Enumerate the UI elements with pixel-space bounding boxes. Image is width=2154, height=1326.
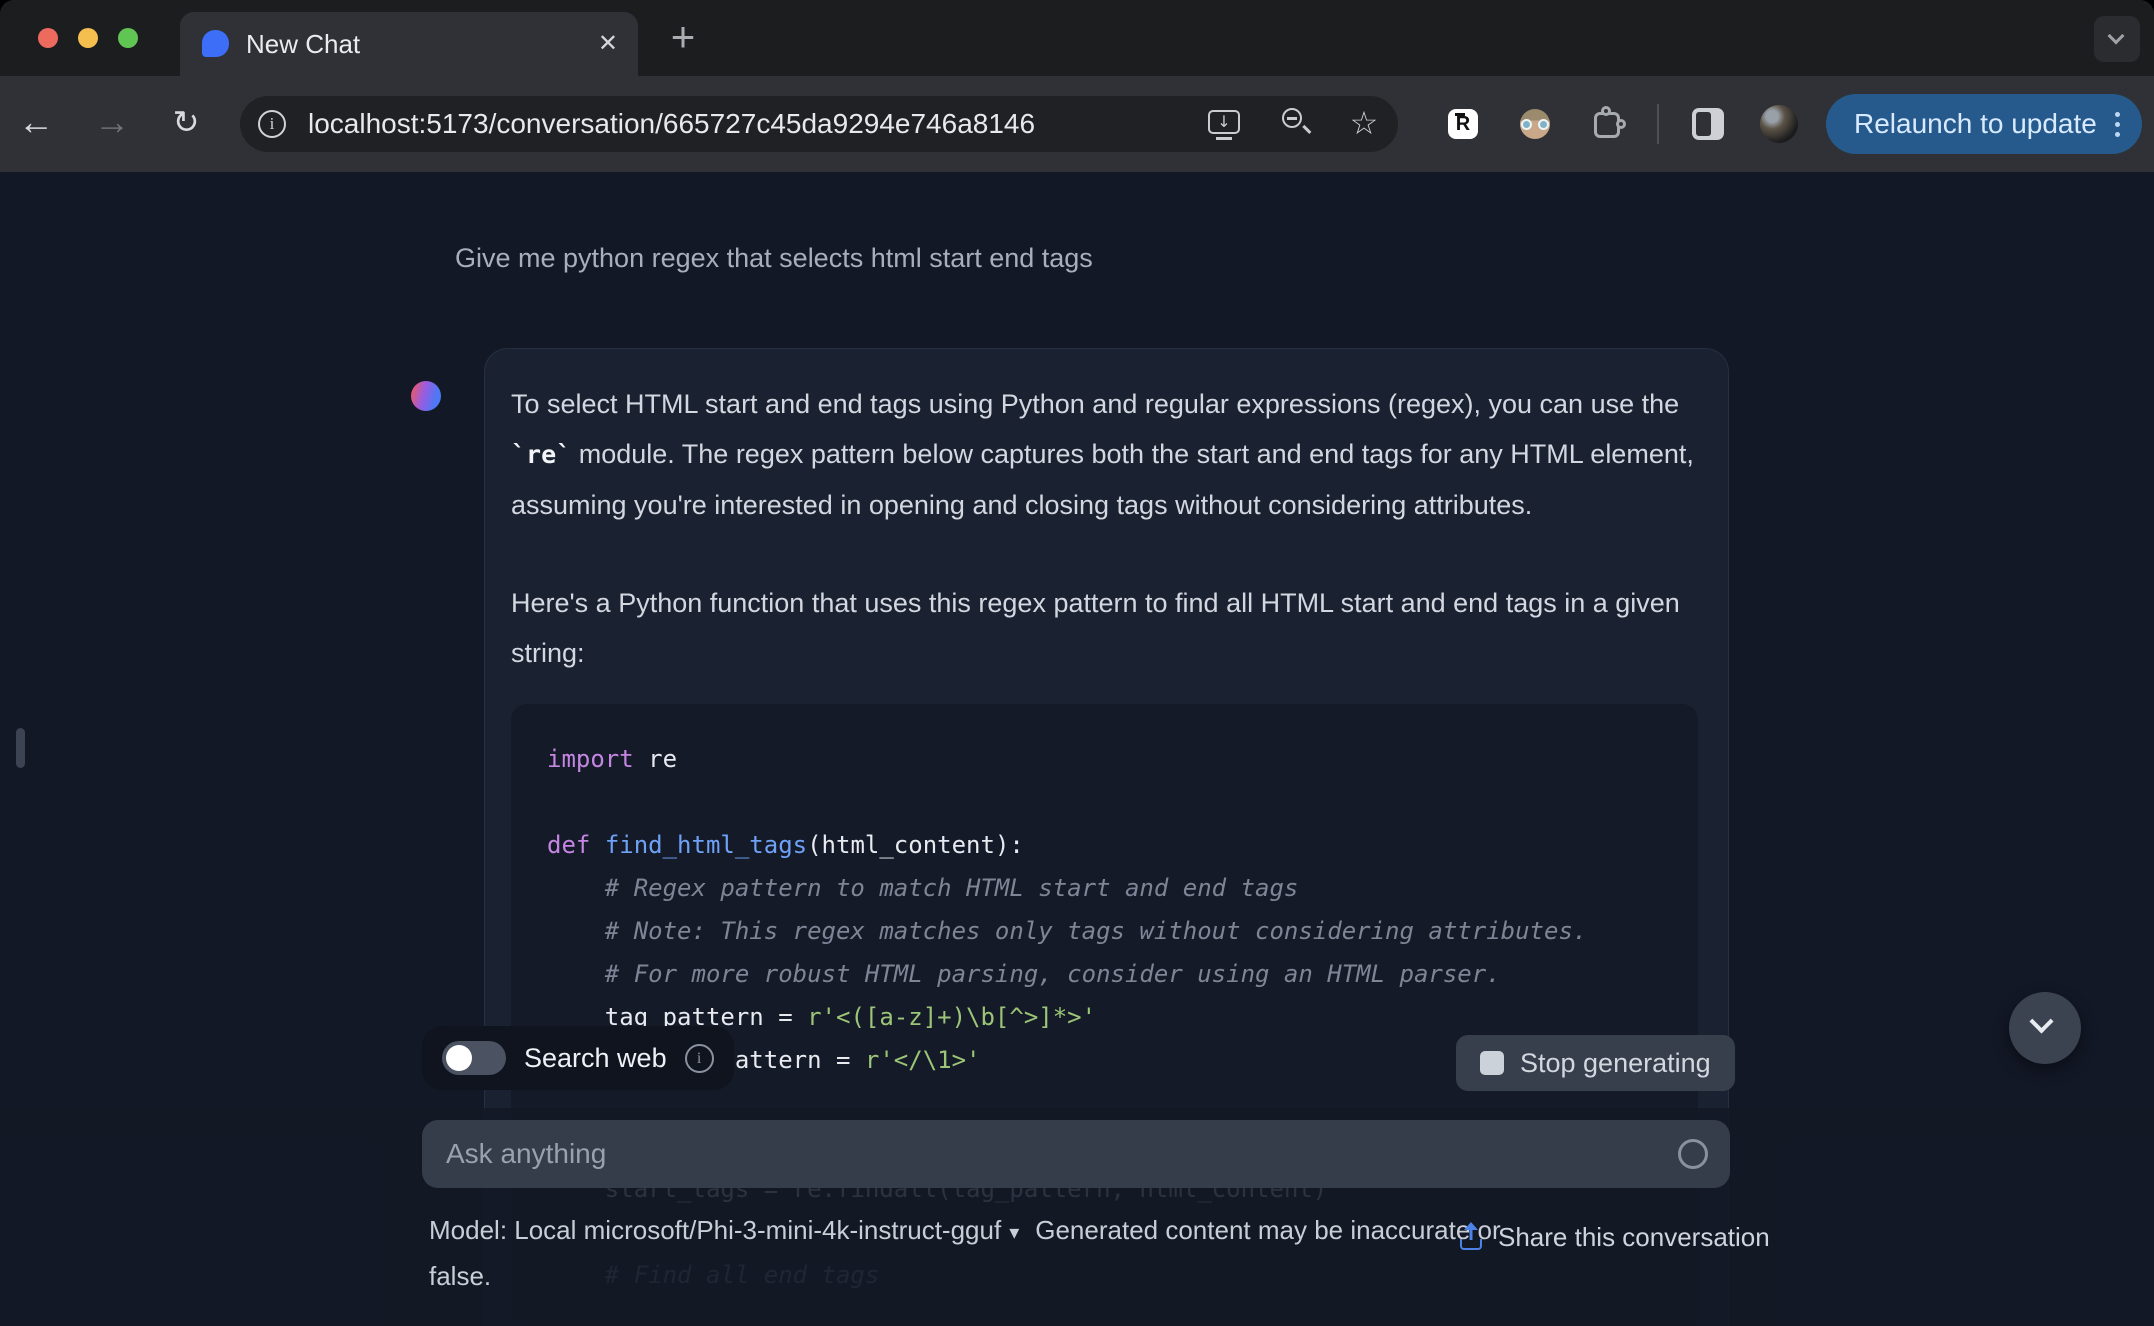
code-line: # For more robust HTML parsing, consider… <box>547 960 1501 988</box>
message-input[interactable] <box>422 1120 1730 1188</box>
chat-bubble-favicon-icon <box>202 30 229 57</box>
tab-search-chevron-button[interactable] <box>2094 16 2140 62</box>
profile-avatar[interactable] <box>1760 105 1798 143</box>
code-line: # Regex pattern to match HTML start and … <box>547 874 1299 902</box>
code-line: import re <box>547 745 678 773</box>
search-web-label: Search web <box>524 1042 667 1073</box>
toggle-knob <box>446 1045 472 1071</box>
bookmark-star-icon[interactable]: ☆ <box>1344 96 1384 152</box>
minimize-window-button[interactable] <box>78 28 98 48</box>
zoom-out-icon[interactable] <box>1280 96 1314 152</box>
inline-code-re: `re` <box>511 440 572 469</box>
relaunch-label: Relaunch to update <box>1854 108 2097 139</box>
search-web-info-icon[interactable]: i <box>684 1043 714 1073</box>
search-web-control: Search web i <box>422 1026 734 1090</box>
assistant-paragraph-1: To select HTML start and end tags using … <box>511 389 1694 520</box>
side-panel-icon[interactable] <box>1692 108 1724 140</box>
scroll-to-bottom-button[interactable] <box>2009 992 2081 1064</box>
tab-title: New Chat <box>246 29 361 59</box>
url-text[interactable]: localhost:5173/conversation/665727c45da9… <box>308 96 1035 152</box>
site-info-icon[interactable]: i <box>258 110 286 138</box>
assistant-paragraph-2: Here's a Python function that uses this … <box>511 588 1680 668</box>
stop-square-icon <box>1480 1051 1504 1075</box>
reload-button[interactable]: ↻ <box>162 76 210 172</box>
footer-info: Model: Local microsoft/Phi-3-mini-4k-ins… <box>429 1208 1609 1298</box>
disclaimer-text-line1: Generated content may be inaccurate or <box>1035 1215 1501 1245</box>
address-bar[interactable]: i localhost:5173/conversation/665727c45d… <box>240 96 1398 152</box>
relaunch-to-update-button[interactable]: Relaunch to update <box>1826 94 2142 154</box>
chevron-down-icon <box>2107 27 2125 45</box>
search-web-toggle[interactable] <box>442 1041 506 1075</box>
persona-extension-icon[interactable] <box>1520 109 1550 139</box>
disclaimer-text-line2: false. <box>429 1261 492 1291</box>
assistant-avatar-orb <box>411 381 441 411</box>
browser-window: New Chat ✕ + ← → ↻ i localhost:5173/conv… <box>0 0 2154 1326</box>
share-upload-icon <box>1458 1222 1484 1251</box>
back-button[interactable]: ← <box>12 76 60 172</box>
stop-generating-button[interactable]: Stop generating <box>1456 1035 1735 1091</box>
chevron-down-icon <box>2029 1009 2054 1034</box>
chat-page: Give me python regex that selects html s… <box>0 172 2154 1326</box>
code-line: def find_html_tags(html_content): <box>547 831 1024 859</box>
extension-r-icon[interactable]: R <box>1448 109 1478 139</box>
tab-strip: New Chat ✕ + <box>0 0 2154 76</box>
tab-new-chat[interactable]: New Chat ✕ <box>180 12 638 76</box>
tab-close-icon[interactable]: ✕ <box>598 29 618 58</box>
close-window-button[interactable] <box>38 28 58 48</box>
loading-spinner-icon <box>1678 1139 1708 1169</box>
sidebar-drag-handle[interactable] <box>16 728 25 768</box>
new-tab-button[interactable]: + <box>660 16 706 62</box>
caret-down-icon: ▾ <box>1009 1220 1020 1244</box>
share-label: Share this conversation <box>1498 1222 1770 1252</box>
stop-generating-label: Stop generating <box>1520 1047 1711 1078</box>
toolbar-divider <box>1657 104 1659 144</box>
message-input-bar <box>422 1120 1730 1188</box>
kebab-menu-icon[interactable] <box>2114 111 2120 137</box>
zoom-window-button[interactable] <box>118 28 138 48</box>
install-app-icon[interactable]: ↓ <box>1206 96 1242 152</box>
share-conversation-link[interactable]: Share this conversation <box>1458 1222 1770 1253</box>
extensions-puzzle-icon[interactable] <box>1594 106 1626 138</box>
forward-button[interactable]: → <box>88 76 136 172</box>
user-message: Give me python regex that selects html s… <box>455 243 1093 273</box>
code-line: # Note: This regex matches only tags wit… <box>547 917 1588 945</box>
model-selector[interactable]: Model: Local microsoft/Phi-3-mini-4k-ins… <box>429 1215 1019 1245</box>
browser-toolbar: ← → ↻ i localhost:5173/conversation/6657… <box>0 76 2154 172</box>
